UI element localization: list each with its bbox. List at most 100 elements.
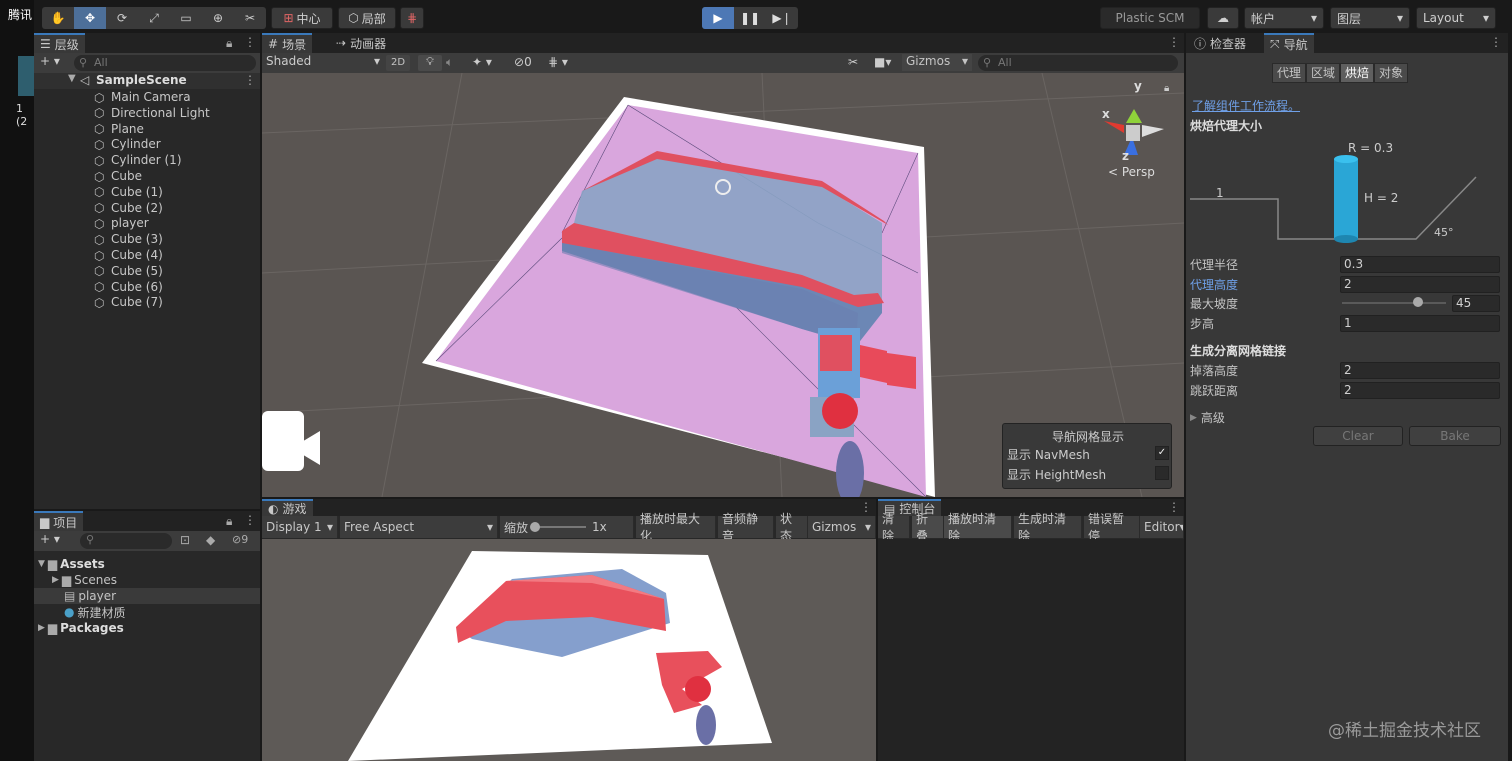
add-icon[interactable]: + ▾ <box>40 532 60 546</box>
max-slope-slider-handle[interactable] <box>1413 297 1423 307</box>
clear-on-play-button[interactable]: 播放时清除 <box>944 512 1012 543</box>
max-slope-slider-track[interactable] <box>1342 302 1446 304</box>
jump-distance-field[interactable]: 2 <box>1340 382 1500 399</box>
mute-audio-button[interactable]: 音频静音 <box>718 512 774 543</box>
tab-inspector[interactable]: ⓘ 检查器 <box>1188 33 1252 53</box>
grid-snap-button[interactable]: ⋕ <box>400 7 424 29</box>
scale-tool-icon[interactable]: ⤢ <box>138 7 170 29</box>
tab-project[interactable]: ▆ 项目 <box>34 511 84 531</box>
aspect-dropdown[interactable]: Free Aspect ▾ <box>340 516 498 538</box>
step-height-field[interactable]: 1 <box>1340 315 1500 332</box>
tree-material[interactable]: ● 新建材质 <box>64 604 126 620</box>
filter-type-icon[interactable]: ⊡ <box>180 533 190 547</box>
stats-button[interactable]: 状态 <box>776 512 808 543</box>
hierarchy-item[interactable]: ⬡ Cylinder <box>34 136 161 152</box>
scale-slider-handle[interactable] <box>530 522 541 532</box>
tab-scene[interactable]: # 场景 <box>262 33 313 53</box>
bake-button[interactable]: Bake <box>1409 426 1501 446</box>
pause-icon[interactable]: ❚❚ <box>734 7 766 29</box>
display-dropdown[interactable]: Display 1 ▾ <box>262 516 338 538</box>
maximize-on-play-button[interactable]: 播放时最大化 <box>636 512 716 543</box>
tab-game[interactable]: ◐ 游戏 <box>262 499 313 516</box>
tools-icon[interactable]: ✂ <box>848 55 858 69</box>
grid-toggle-icon[interactable]: ⋕ ▾ <box>548 55 568 69</box>
error-pause-button[interactable]: 错误暂停 <box>1084 512 1140 543</box>
subtab-bake[interactable]: 烘焙 <box>1340 63 1375 83</box>
hierarchy-item[interactable]: ⬡ Cube (1) <box>34 184 163 200</box>
scene-more-icon[interactable]: ⋮ <box>244 73 256 87</box>
persp-label[interactable]: < Persp <box>1108 165 1155 179</box>
subtab-areas[interactable]: 区域 <box>1306 63 1341 83</box>
pivot-local-button[interactable]: ⬡ 局部 <box>338 7 396 29</box>
agent-radius-field[interactable]: 0.3 <box>1340 256 1500 273</box>
scale-slider[interactable] <box>530 522 587 532</box>
expand-icon[interactable]: ▼ <box>68 73 76 84</box>
hierarchy-search-input[interactable]: ⚲ All <box>74 55 256 71</box>
clear-button[interactable]: Clear <box>1313 426 1403 446</box>
hierarchy-item[interactable]: ⬡ Main Camera <box>34 89 191 105</box>
more-icon[interactable]: ⋮ <box>860 500 872 514</box>
subtab-agent[interactable]: 代理 <box>1272 63 1307 83</box>
hierarchy-item[interactable]: ⬡ Cube (2) <box>34 200 163 216</box>
camera-dropdown-icon[interactable]: ■▾ <box>874 55 891 69</box>
hidden-objects-icon[interactable]: ⊘0 <box>514 55 532 69</box>
hierarchy-item[interactable]: ⬡ Cube (3) <box>34 231 163 247</box>
console-collapse-button[interactable]: 折叠 <box>912 512 944 543</box>
more-icon[interactable]: ⋮ <box>1490 35 1502 49</box>
editor-dropdown[interactable]: Editor▾ <box>1140 516 1184 538</box>
move-tool-icon[interactable]: ✥ <box>74 7 106 29</box>
lighting-icon[interactable]: 💡︎ <box>418 55 442 71</box>
tree-packages[interactable]: ▶ ▆ Packages <box>38 620 124 636</box>
more-icon[interactable]: ⋮ <box>244 35 256 49</box>
audio-icon[interactable]: 🔈︎ <box>446 55 453 70</box>
clear-on-build-button[interactable]: 生成时清除 <box>1014 512 1082 543</box>
show-navmesh-checkbox[interactable]: ✓ <box>1155 446 1169 460</box>
layers-dropdown[interactable]: 图层 ▾ <box>1330 7 1410 29</box>
more-icon[interactable]: ⋮ <box>1168 35 1180 49</box>
workflow-link[interactable]: 了解组件工作流程。 <box>1192 97 1300 114</box>
rotate-tool-icon[interactable]: ⟳ <box>106 7 138 29</box>
tree-assets[interactable]: ▼ ▆ Assets <box>38 556 105 572</box>
hierarchy-item[interactable]: ⬡ Plane <box>34 121 144 137</box>
hierarchy-item[interactable]: ⬡ Cube (4) <box>34 247 163 263</box>
hierarchy-item[interactable]: ⬡ Cube (5) <box>34 263 163 279</box>
hierarchy-item[interactable]: ⬡ Directional Light <box>34 105 210 121</box>
show-heightmesh-checkbox[interactable] <box>1155 466 1169 480</box>
play-icon[interactable]: ▶ <box>702 7 734 29</box>
scene-row[interactable]: ▼ ◁ SampleScene ⋮ <box>34 73 260 89</box>
gizmo-lock-icon[interactable]: 🔒︎ <box>1164 83 1169 94</box>
layout-dropdown[interactable]: Layout ▾ <box>1416 7 1496 29</box>
scene-search-input[interactable]: ⚲ All <box>978 55 1178 71</box>
cloud-icon[interactable]: ☁ <box>1207 7 1239 29</box>
lock-icon[interactable]: 🔒︎ <box>226 36 232 51</box>
tab-hierarchy[interactable]: ☰ 层级 <box>34 33 85 53</box>
shading-dropdown[interactable]: Shaded ▾ <box>266 54 380 71</box>
hierarchy-item[interactable]: ⬡ Cube <box>34 168 142 184</box>
plastic-scm-button[interactable]: Plastic SCM <box>1100 7 1200 29</box>
game-gizmos-dropdown[interactable]: Gizmos ▾ <box>808 516 876 538</box>
tab-animator[interactable]: ⇢ 动画器 <box>330 33 392 53</box>
filter-label-icon[interactable]: ◆ <box>206 533 215 547</box>
more-icon[interactable]: ⋮ <box>1168 500 1180 514</box>
hierarchy-item[interactable]: ⬡ Cylinder (1) <box>34 152 182 168</box>
add-icon[interactable]: + ▾ <box>40 54 60 68</box>
console-clear-button[interactable]: 清除 <box>878 512 910 543</box>
tree-player[interactable]: ▤ player <box>64 588 116 604</box>
tree-scenes[interactable]: ▶ ▆ Scenes <box>52 572 117 588</box>
rect-tool-icon[interactable]: ▭ <box>170 7 202 29</box>
hand-tool-icon[interactable]: ✋ <box>42 7 74 29</box>
gizmos-dropdown[interactable]: Gizmos ▾ <box>902 54 972 71</box>
step-icon[interactable]: ▶❘ <box>766 7 798 29</box>
hierarchy-item[interactable]: ⬡ Cube (7) <box>34 294 163 310</box>
effects-icon[interactable]: ✦ ▾ <box>472 55 492 69</box>
drop-height-field[interactable]: 2 <box>1340 362 1500 379</box>
game-viewport[interactable] <box>262 539 876 761</box>
max-slope-field[interactable]: 45 <box>1452 295 1500 312</box>
agent-height-field[interactable]: 2 <box>1340 276 1500 293</box>
account-dropdown[interactable]: 帐户 ▾ <box>1244 7 1324 29</box>
tab-navigation[interactable]: ⤧ 导航 <box>1264 33 1314 53</box>
scene-viewport[interactable]: y x z 🔒︎ < Persp 导航网格显示 显示 NavMesh ✓ 显示 … <box>262 73 1184 497</box>
transform-tool-icon[interactable]: ⊕ <box>202 7 234 29</box>
hidden-packages-icon[interactable]: ⊘9 <box>232 533 248 546</box>
hierarchy-item[interactable]: ⬡ player <box>34 215 149 231</box>
